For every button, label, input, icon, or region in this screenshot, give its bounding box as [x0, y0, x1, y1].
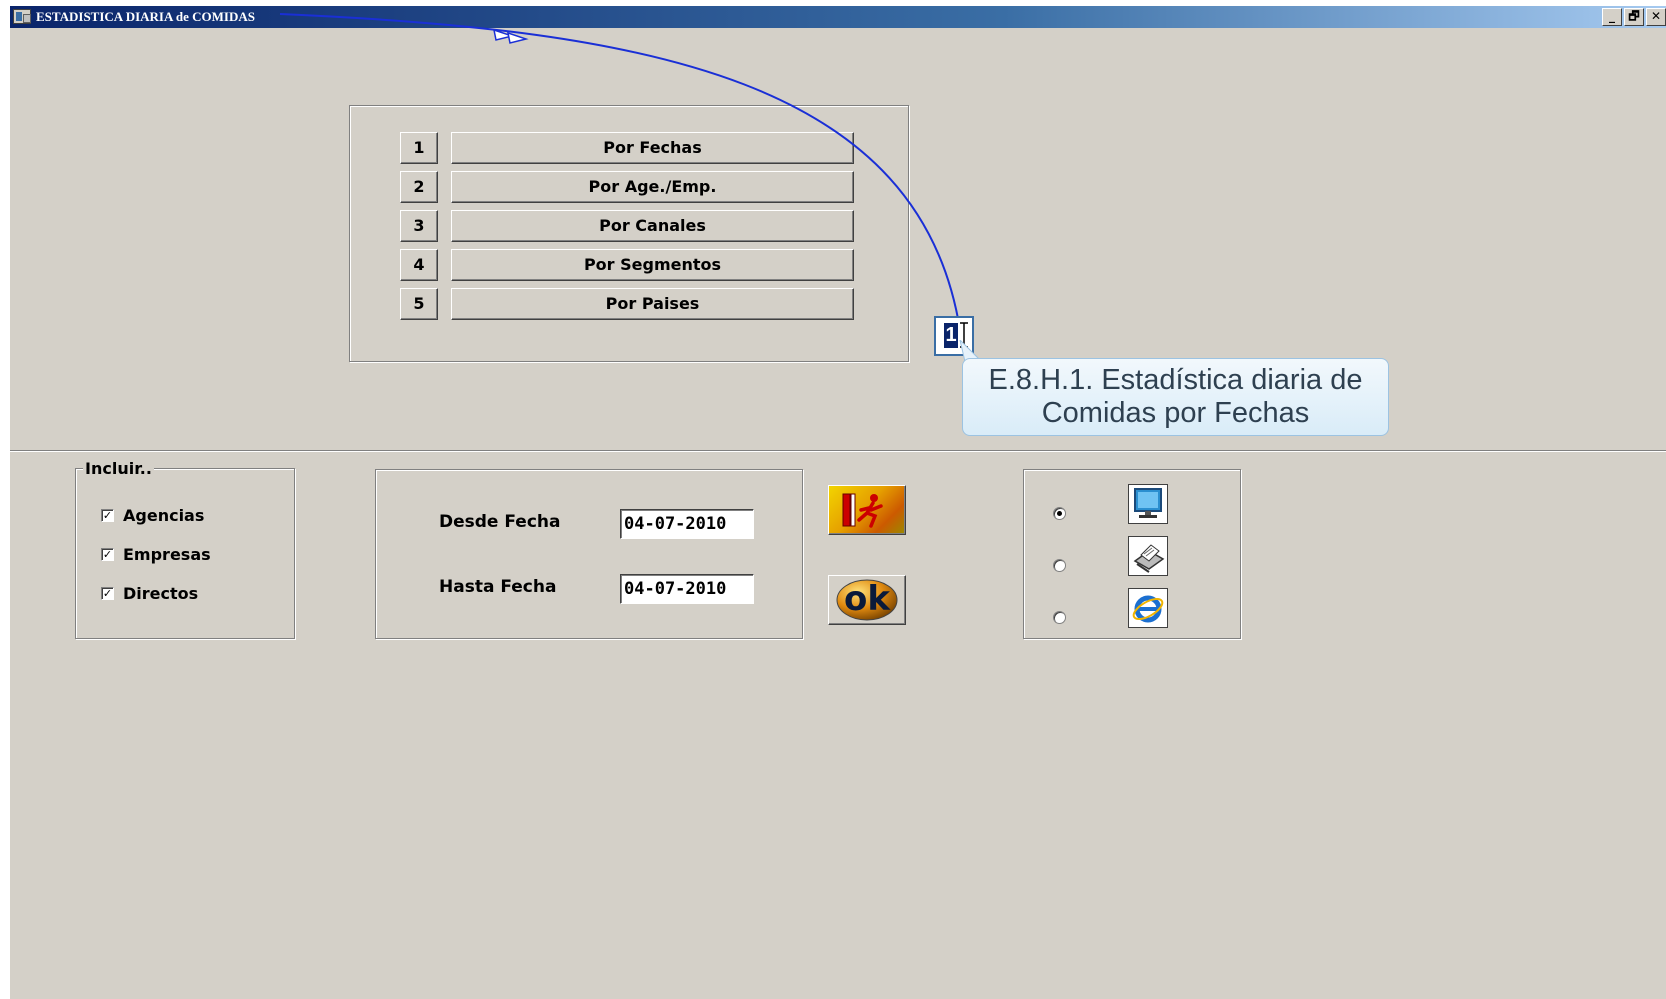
close-button[interactable]: ✕ — [1646, 8, 1666, 26]
option-5-number-button[interactable]: 5 — [400, 288, 438, 320]
title-bar[interactable]: ESTADISTICA DIARIA de COMIDAS _ 🗗 ✕ — [10, 6, 1666, 28]
option-por-segmentos-button[interactable]: Por Segmentos — [451, 249, 854, 281]
exit-button[interactable] — [828, 485, 906, 535]
browser-icon[interactable] — [1128, 588, 1168, 628]
output-radio-printer[interactable] — [1053, 559, 1066, 572]
window-controls: _ 🗗 ✕ — [1602, 8, 1666, 26]
printer-icon[interactable] — [1128, 536, 1168, 576]
date-range-panel — [375, 469, 803, 639]
option-por-paises-button[interactable]: Por Paises — [451, 288, 854, 320]
checkbox-agencias-label: Agencias — [123, 506, 205, 525]
restore-button[interactable]: 🗗 — [1624, 8, 1644, 26]
main-window: ESTADISTICA DIARIA de COMIDAS _ 🗗 ✕ 1 Po… — [10, 6, 1666, 999]
annotation-marker-number: 1 — [944, 323, 958, 348]
option-2-number-button[interactable]: 2 — [400, 171, 438, 203]
app-icon — [13, 9, 31, 24]
minimize-button[interactable]: _ — [1602, 8, 1622, 26]
to-date-input[interactable] — [620, 574, 754, 604]
from-date-input[interactable] — [620, 509, 754, 539]
option-por-canales-button[interactable]: Por Canales — [451, 210, 854, 242]
checkbox-directos-label: Directos — [123, 584, 199, 603]
exit-icon — [842, 493, 883, 528]
monitor-icon[interactable] — [1128, 484, 1168, 524]
checkbox-empresas[interactable]: ✓ Empresas — [101, 545, 211, 564]
checkbox-directos[interactable]: ✓ Directos — [101, 584, 198, 603]
from-date-label: Desde Fecha — [439, 512, 561, 532]
callout-line-2: Comidas por Fechas — [1041, 397, 1310, 429]
output-radio-screen[interactable] — [1053, 507, 1066, 520]
ok-button[interactable]: ok — [828, 575, 906, 625]
annotation-callout: E.8.H.1. Estadística diaria de Comidas p… — [962, 358, 1389, 436]
ok-label: ok — [844, 579, 890, 619]
option-por-age-emp-button[interactable]: Por Age./Emp. — [451, 171, 854, 203]
option-1-number-button[interactable]: 1 — [400, 132, 438, 164]
report-options-panel: 1 Por Fechas 2 Por Age./Emp. 3 Por Canal… — [349, 105, 909, 362]
include-group-legend: Incluir.. — [83, 459, 154, 478]
option-por-fechas-button[interactable]: Por Fechas — [451, 132, 854, 164]
output-radio-browser[interactable] — [1053, 611, 1066, 624]
checkbox-empresas-label: Empresas — [123, 545, 211, 564]
checkbox-empresas-box[interactable]: ✓ — [101, 548, 114, 561]
option-4-number-button[interactable]: 4 — [400, 249, 438, 281]
option-3-number-button[interactable]: 3 — [400, 210, 438, 242]
callout-line-1: E.8.H.1. Estadística diaria de — [988, 364, 1363, 396]
checkbox-agencias[interactable]: ✓ Agencias — [101, 506, 204, 525]
horizontal-divider — [10, 450, 1666, 452]
checkbox-agencias-box[interactable]: ✓ — [101, 509, 114, 522]
to-date-label: Hasta Fecha — [439, 577, 557, 597]
checkbox-directos-box[interactable]: ✓ — [101, 587, 114, 600]
window-title: ESTADISTICA DIARIA de COMIDAS — [36, 9, 256, 24]
